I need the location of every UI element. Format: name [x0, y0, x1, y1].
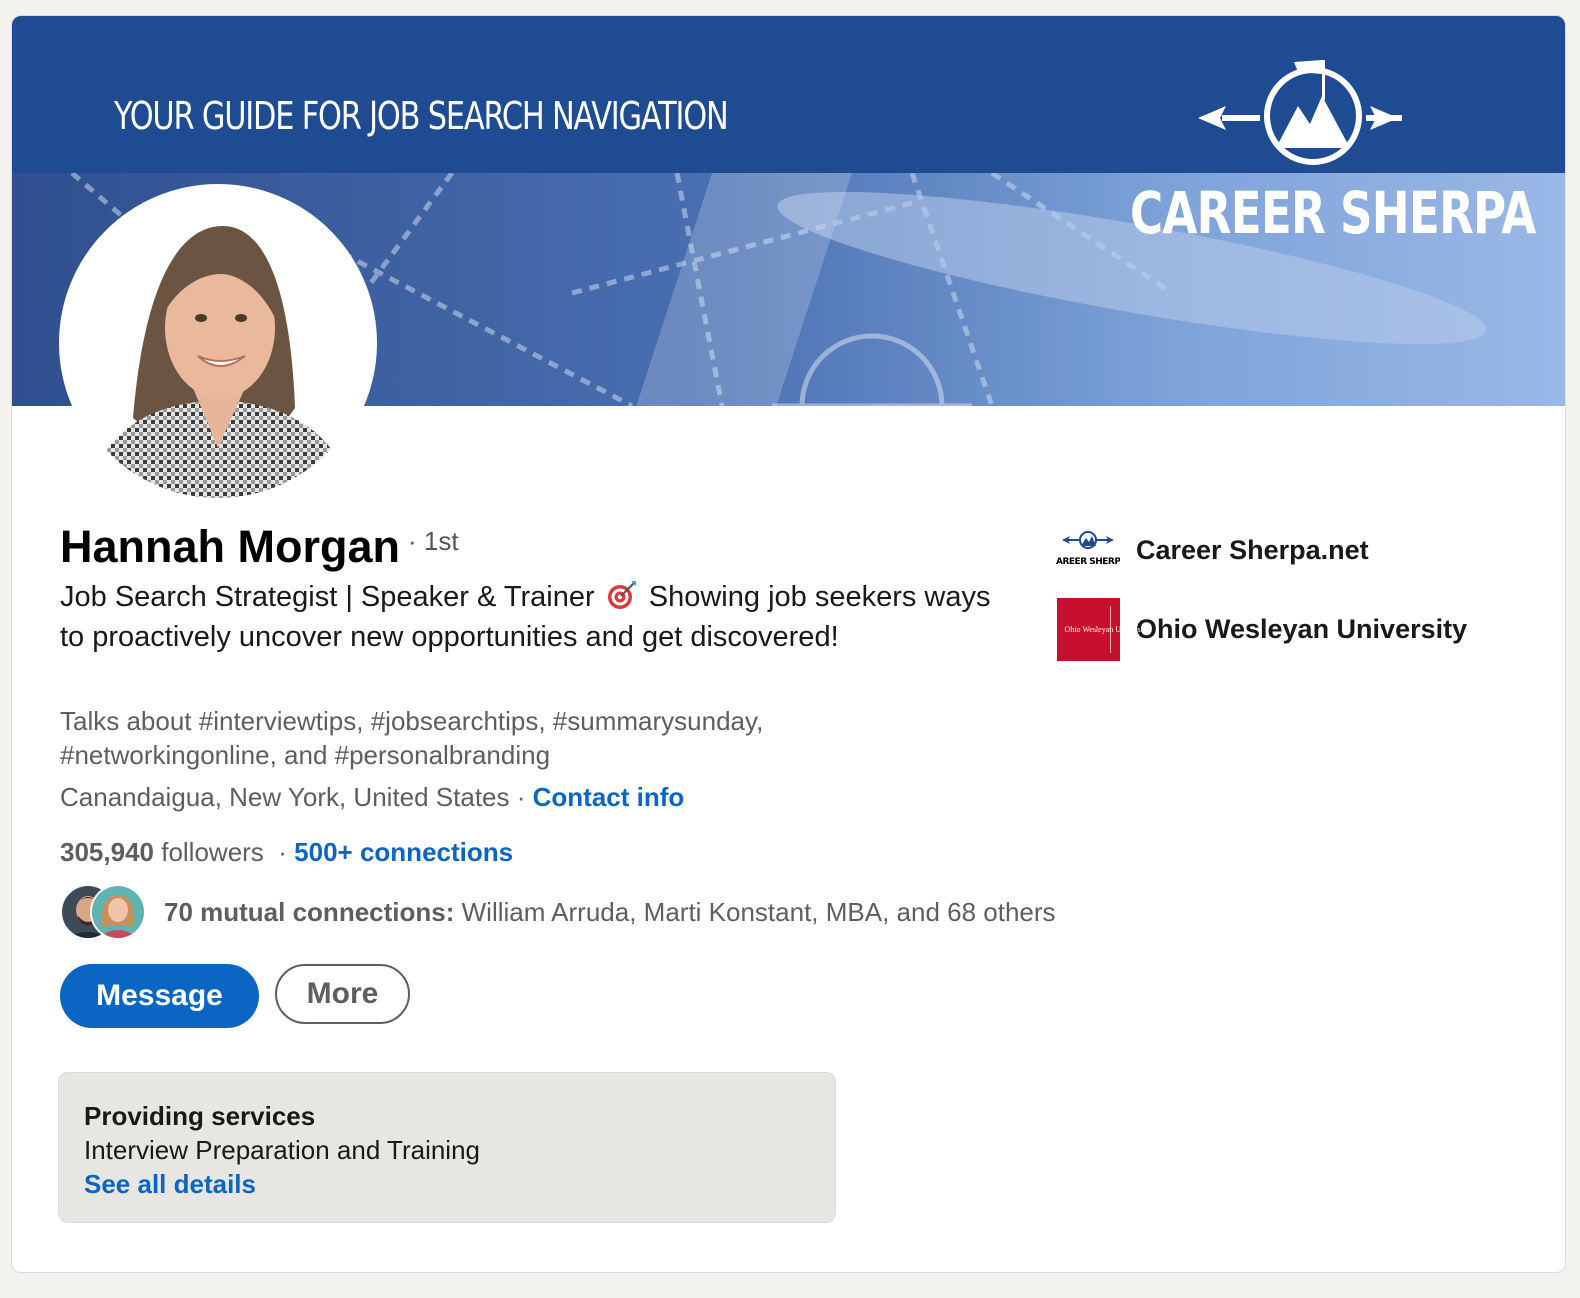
org-ohio-wesleyan[interactable]: Ohio Wesleyan University Ohio Wesleyan U…	[1056, 597, 1467, 661]
followers-label: followers	[161, 837, 264, 867]
connections-link[interactable]: 500+ connections	[294, 837, 513, 867]
ohio-wesleyan-logo-icon: Ohio Wesleyan University	[1056, 597, 1150, 661]
mutual-avatar	[90, 884, 146, 940]
mutual-avatars	[60, 884, 152, 940]
services-card[interactable]: Providing services Interview Preparation…	[58, 1072, 836, 1223]
mutual-connections-text: 70 mutual connections: William Arruda, M…	[164, 897, 1056, 928]
mutual-connections[interactable]: 70 mutual connections: William Arruda, M…	[60, 884, 1056, 940]
stats-row: 305,940 followers · 500+ connections	[60, 837, 513, 868]
banner-logo-text: CAREER SHERPA	[1130, 179, 1536, 247]
followers-count: 305,940	[60, 837, 154, 867]
stats-separator: ·	[278, 837, 287, 867]
profile-headline: Job Search Strategist | Speaker & Traine…	[60, 577, 1020, 657]
services-text: Interview Preparation and Training	[84, 1135, 481, 1165]
target-icon	[607, 581, 636, 609]
location-separator: ·	[509, 782, 533, 812]
profile-avatar[interactable]	[59, 184, 377, 502]
org-career-sherpa[interactable]: CAREER SHERPA Career Sherpa.net	[1056, 518, 1369, 582]
talks-about: Talks about #interviewtips, #jobsearchti…	[60, 706, 764, 770]
mutual-names: William Arruda, Marti Konstant, MBA, and…	[461, 896, 1056, 927]
headline-text-1: Job Search Strategist | Speaker & Traine…	[60, 581, 595, 613]
org-name: Ohio Wesleyan University	[1136, 613, 1468, 644]
profile-card: YOUR GUIDE FOR JOB SEARCH NAVIGATION CAR…	[11, 15, 1566, 1273]
location-row: Canandaigua, New York, United States · C…	[60, 782, 684, 813]
profile-photo	[63, 188, 373, 498]
name-row: Hannah Morgan · 1st	[60, 521, 459, 573]
location-text: Canandaigua, New York, United States	[60, 782, 510, 812]
services-title: Providing services	[84, 1101, 316, 1131]
ohio-wesleyan-logo-text: Ohio Wesleyan University	[1064, 624, 1150, 634]
career-sherpa-logo-text: CAREER SHERPA	[1056, 557, 1120, 567]
message-button[interactable]: Message	[60, 964, 259, 1028]
contact-info-link[interactable]: Contact info	[533, 782, 685, 812]
banner-tagline: YOUR GUIDE FOR JOB SEARCH NAVIGATION	[114, 94, 729, 138]
org-name: Career Sherpa.net	[1136, 534, 1369, 565]
compass-mountain-icon	[1198, 60, 1402, 165]
see-all-details-link[interactable]: See all details	[84, 1167, 810, 1201]
profile-name: Hannah Morgan	[60, 521, 401, 572]
connection-degree: · 1st	[408, 526, 459, 556]
career-sherpa-logo-icon: CAREER SHERPA	[1056, 518, 1120, 582]
mutual-count: 70 mutual connections:	[164, 896, 455, 927]
more-button[interactable]: More	[275, 964, 410, 1024]
